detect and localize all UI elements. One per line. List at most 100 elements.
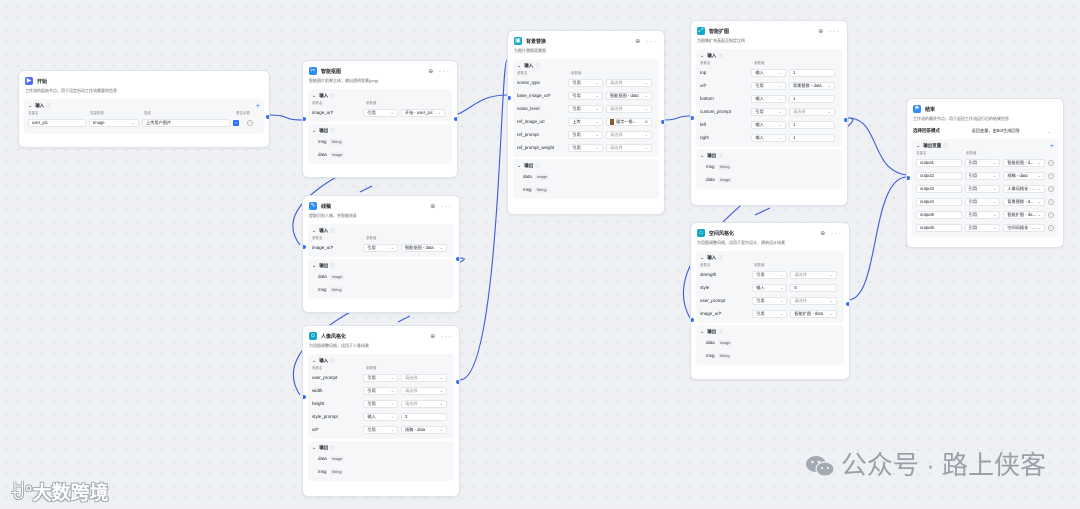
- answer-mode-select[interactable]: 返回变量，由Bot生成回答 ⌄: [969, 127, 1054, 135]
- node-actions[interactable]: ⊕ ···: [430, 203, 453, 210]
- section-header[interactable]: ⌄ 输出 ⓘ: [700, 328, 840, 336]
- section-header[interactable]: ⌄ 输出 ⓘ: [700, 152, 838, 160]
- section-header[interactable]: ⌄ 输入 ⓘ: [312, 227, 450, 235]
- node-actions[interactable]: ⊕ ···: [818, 28, 841, 35]
- output-port[interactable]: [845, 301, 849, 307]
- value-select[interactable]: 线稿 - data ⌄: [400, 425, 447, 434]
- mode-select[interactable]: 引用 ⌄: [752, 309, 788, 318]
- output-port[interactable]: [660, 119, 664, 125]
- mode-select[interactable]: 引用 ⌄: [363, 399, 398, 408]
- value-select[interactable]: 请选择 ⌄: [788, 107, 835, 116]
- mode-select[interactable]: 引用 ⌄: [751, 107, 786, 116]
- spatial-style-node[interactable]: ⌂ 空间风格化 ⊕ ··· 为用图调整风格，适用于室内设计、建筑设计场景 ⌄ 输入…: [690, 222, 850, 380]
- mode-select[interactable]: 输入 ⌄: [363, 412, 398, 421]
- output-name-input[interactable]: output4: [916, 197, 962, 206]
- variable-desc-input[interactable]: 上传用户图片: [142, 118, 230, 127]
- value-select[interactable]: 请选择 ⌄: [790, 270, 837, 279]
- remove-icon[interactable]: −: [1048, 211, 1054, 218]
- section-header[interactable]: ⌄ 输入 ⓘ: [700, 254, 840, 262]
- upload-field[interactable]: 福字一角... ⊗: [605, 117, 652, 126]
- cutout-node[interactable]: ✂ 智能抠图 ⊕ ··· 智能图片前景主体，输出透明背景(png) ⌄ 输入 ⓘ 参…: [302, 60, 458, 178]
- value-select[interactable]: 请选择 ⌄: [605, 143, 652, 152]
- input-port[interactable]: [303, 244, 307, 250]
- value-select[interactable]: 请选择 ⌄: [605, 130, 652, 139]
- input-port[interactable]: [691, 115, 695, 121]
- section-header[interactable]: ⌄ 输出 ⓘ: [312, 262, 450, 270]
- section-header[interactable]: ⌄ 输出 ⓘ: [517, 162, 655, 170]
- output-port[interactable]: [455, 379, 459, 385]
- value-select[interactable]: 请选择 ⌄: [790, 296, 837, 305]
- add-variable-button[interactable]: +: [256, 103, 260, 110]
- input-port[interactable]: [907, 175, 911, 181]
- value-select[interactable]: 请选择 ⌄: [605, 104, 652, 113]
- input-port[interactable]: [303, 116, 307, 122]
- mode-select[interactable]: 引用 ⌄: [363, 373, 398, 382]
- value-select[interactable]: 背景替换 - data ⌄: [788, 81, 835, 90]
- output-name-input[interactable]: output1: [916, 158, 962, 167]
- section-header[interactable]: ⌄ 输入 ⓘ: [312, 92, 448, 100]
- value-select[interactable]: 背景替换 - d... ⌄: [1003, 197, 1045, 206]
- mode-select[interactable]: 引用 ⌄: [568, 143, 603, 152]
- section-header[interactable]: ⌄ 输出变量 ⓘ +: [916, 142, 1054, 150]
- output-port[interactable]: [843, 117, 847, 123]
- value-select[interactable]: 空间风格化 - ... ⌄: [1003, 223, 1045, 232]
- mode-select[interactable]: 引用 ⌄: [363, 108, 398, 117]
- remove-icon[interactable]: −: [1048, 159, 1054, 166]
- remove-icon[interactable]: −: [1048, 185, 1054, 192]
- value-select[interactable]: 请选择 ⌄: [400, 386, 447, 395]
- input-port[interactable]: [691, 317, 695, 323]
- value-input[interactable]: 5: [790, 283, 837, 292]
- mode-select[interactable]: 引用 ⌄: [363, 425, 398, 434]
- add-output-button[interactable]: +: [1050, 143, 1054, 150]
- mode-select[interactable]: 引用 ⌄: [752, 296, 788, 305]
- start-node[interactable]: ▶ 开始 工作流的起始节点，用于设定启动工作流需要的信息 ⌄ 输入 ⓘ + 变量…: [18, 70, 270, 148]
- mode-select[interactable]: 引用 ⌄: [964, 184, 1001, 193]
- smart-expand-node[interactable]: ⤢ 智能扩图 ⊕ ··· 为图像扩充画面至指定比例 ⌄ 输入 ⓘ 参数名 参数值 to…: [690, 20, 848, 206]
- node-actions[interactable]: ⊕ ···: [635, 38, 658, 45]
- mode-select[interactable]: 引用 ⌄: [964, 158, 1001, 167]
- mode-select[interactable]: 引用 ⌄: [363, 386, 398, 395]
- mode-select[interactable]: 输入 ⌄: [752, 283, 788, 292]
- node-actions[interactable]: ⊕ ···: [430, 333, 453, 340]
- variable-type-select[interactable]: Image ⌄: [89, 118, 139, 127]
- end-node[interactable]: ⚑ 结束 工作流的最终节点，用于返回工作流运行后的结果信息 选择回答模式 返回变…: [906, 98, 1064, 248]
- value-select[interactable]: 智能抠图 - d... ⌄: [1003, 158, 1045, 167]
- mode-select[interactable]: 引用 ⌄: [964, 223, 1001, 232]
- value-select[interactable]: 线稿 - data ⌄: [1003, 171, 1045, 180]
- node-actions[interactable]: ⊕ ···: [820, 230, 843, 237]
- mode-select[interactable]: 上传 ⌄: [568, 117, 603, 126]
- required-checkbox[interactable]: ✓: [233, 119, 239, 126]
- section-header[interactable]: ⌄ 输出 ⓘ: [312, 444, 450, 452]
- remove-icon[interactable]: −: [1048, 172, 1054, 179]
- mode-select[interactable]: 引用 ⌄: [363, 243, 398, 252]
- value-input[interactable]: 1: [788, 68, 835, 77]
- mode-select[interactable]: 引用 ⌄: [568, 104, 603, 113]
- mode-select[interactable]: 引用 ⌄: [568, 130, 603, 139]
- value-input[interactable]: 1: [788, 120, 835, 129]
- output-name-input[interactable]: output6: [916, 223, 962, 232]
- section-header[interactable]: ⌄ 输入 ⓘ: [312, 357, 450, 365]
- mode-select[interactable]: 引用 ⌄: [964, 210, 1001, 219]
- section-header[interactable]: ⌄ 输出 ⓘ: [312, 127, 448, 135]
- workflow-canvas[interactable]: ▶ 开始 工作流的起始节点，用于设定启动工作流需要的信息 ⌄ 输入 ⓘ + 变量…: [0, 0, 1080, 509]
- value-select[interactable]: 请选择 ⌄: [605, 78, 652, 87]
- remove-icon[interactable]: −: [247, 119, 253, 126]
- section-header[interactable]: ⌄ 输入 ⓘ: [700, 52, 838, 60]
- value-input[interactable]: 3: [400, 412, 447, 421]
- mode-select[interactable]: 引用 ⌄: [751, 81, 786, 90]
- input-port[interactable]: [303, 394, 307, 400]
- output-name-input[interactable]: output5: [916, 210, 962, 219]
- output-name-input[interactable]: output3: [916, 184, 962, 193]
- remove-icon[interactable]: −: [1048, 198, 1054, 205]
- value-select[interactable]: 人像风格化 - ... ⌄: [1003, 184, 1045, 193]
- value-select[interactable]: 开始 - user_pic ⌄: [400, 108, 445, 117]
- mode-select[interactable]: 引用 ⌄: [568, 91, 603, 100]
- value-select[interactable]: 智能扩图 - da... ⌄: [1003, 210, 1045, 219]
- value-input[interactable]: 1: [788, 133, 835, 142]
- output-port[interactable]: [265, 114, 269, 120]
- sketch-node[interactable]: ✎ 线稿 ⊕ ··· 提取识别人像，并智能线条 ⌄ 输入 ⓘ 参数名 参数值 imag…: [302, 195, 460, 313]
- mode-select[interactable]: 引用 ⌄: [568, 78, 603, 87]
- mode-select[interactable]: 引用 ⌄: [964, 197, 1001, 206]
- output-name-input[interactable]: output2: [916, 171, 962, 180]
- mode-select[interactable]: 引用 ⌄: [964, 171, 1001, 180]
